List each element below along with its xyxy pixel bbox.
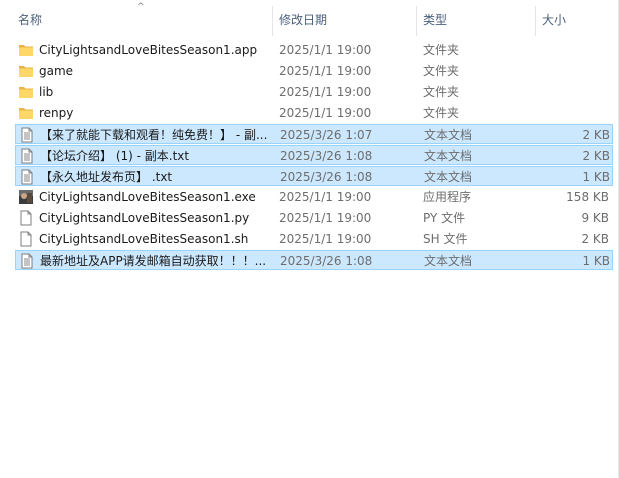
app-exe-icon [18, 189, 34, 205]
file-size: 158 KB [566, 190, 609, 204]
file-name: CityLightsandLoveBitesSeason1.py [39, 211, 250, 225]
file-modified-date: 2025/3/26 1:08 [280, 254, 373, 268]
text-document-icon [19, 127, 35, 143]
sort-ascending-icon: ^ [137, 2, 145, 12]
file-name: CityLightsandLoveBitesSeason1.app [39, 43, 258, 57]
file-row[interactable]: renpy 2025/1/1 19:00 文件夹 [15, 103, 613, 123]
file-size [535, 43, 609, 58]
text-document-icon [19, 169, 35, 185]
file-name: CityLightsandLoveBitesSeason1.sh [39, 232, 249, 246]
file-name: 最新地址及APP请发邮箱自动获取！！！... [40, 254, 267, 268]
folder-icon [18, 42, 34, 58]
column-header-date[interactable]: 修改日期 [279, 12, 327, 28]
column-header-name[interactable]: 名称 [18, 12, 42, 28]
file-size: 2 KB [582, 128, 610, 142]
vertical-scrollbar[interactable] [613, 0, 619, 478]
file-name: game [39, 64, 74, 78]
column-header-type[interactable]: 类型 [423, 12, 447, 28]
column-divider[interactable] [535, 6, 536, 36]
file-type: 文本文档 [424, 128, 473, 142]
file-row[interactable]: 【永久地址发布页】 .txt 2025/3/26 1:08 文本文档 1 KB [15, 166, 613, 186]
file-row[interactable]: lib 2025/1/1 19:00 文件夹 [15, 82, 613, 102]
file-size: 1 KB [582, 170, 610, 184]
file-row[interactable]: 【来了就能下载和观看！纯免费！】 - 副... 2025/3/26 1:07 文本文… [15, 124, 613, 144]
file-row[interactable]: CityLightsandLoveBitesSeason1.app 2025/1/… [15, 40, 613, 60]
text-document-icon [19, 253, 35, 269]
file-name: lib [39, 85, 54, 99]
file-row[interactable]: 【论坛介绍】 (1) - 副本.txt 2025/3/26 1:08 文本文档 2 K… [15, 145, 613, 165]
file-type: 文本文档 [424, 254, 473, 268]
file-type: 文本文档 [424, 149, 473, 163]
file-name: 【论坛介绍】 (1) - 副本.txt [40, 149, 190, 163]
file-size [535, 85, 609, 100]
column-header-size[interactable]: 大小 [542, 12, 566, 28]
file-size [535, 64, 609, 79]
folder-icon [18, 63, 34, 79]
file-modified-date: 2025/3/26 1:08 [280, 149, 373, 163]
file-row[interactable]: CityLightsandLoveBitesSeason1.py 2025/1/1… [15, 208, 613, 228]
file-type: 文件夹 [423, 43, 460, 57]
file-size: 2 KB [581, 232, 609, 246]
file-modified-date: 2025/1/1 19:00 [279, 64, 372, 78]
text-document-icon [19, 148, 35, 164]
file-modified-date: 2025/1/1 19:00 [279, 232, 372, 246]
file-size: 9 KB [581, 211, 609, 225]
file-modified-date: 2025/3/26 1:08 [280, 170, 373, 184]
file-size: 2 KB [582, 149, 610, 163]
folder-icon [18, 84, 34, 100]
file-row[interactable]: CityLightsandLoveBitesSeason1.exe 2025/1/… [15, 187, 613, 207]
blank-file-icon [18, 210, 34, 226]
file-row[interactable]: game 2025/1/1 19:00 文件夹 [15, 61, 613, 81]
file-size [535, 106, 609, 121]
file-type: 文件夹 [423, 64, 460, 78]
file-name: renpy [39, 106, 74, 120]
file-type: 文件夹 [423, 106, 460, 120]
file-type: 文本文档 [424, 170, 473, 184]
file-row[interactable]: CityLightsandLoveBitesSeason1.sh 2025/1/1… [15, 229, 613, 249]
file-name: 【来了就能下载和观看！纯免费！】 - 副... [40, 128, 268, 142]
file-modified-date: 2025/3/26 1:07 [280, 128, 373, 142]
file-modified-date: 2025/1/1 19:00 [279, 85, 372, 99]
column-header-bar: ^ 名称 修改日期 类型 大小 [0, 0, 619, 38]
folder-icon [18, 105, 34, 121]
blank-file-icon [18, 231, 34, 247]
file-modified-date: 2025/1/1 19:00 [279, 211, 372, 225]
file-type: SH 文件 [423, 232, 468, 246]
file-type: PY 文件 [423, 211, 466, 225]
file-name: 【永久地址发布页】 .txt [40, 170, 173, 184]
column-divider[interactable] [272, 6, 273, 36]
file-type: 应用程序 [423, 190, 472, 204]
file-size: 1 KB [582, 254, 610, 268]
file-modified-date: 2025/1/1 19:00 [279, 106, 372, 120]
column-divider[interactable] [416, 6, 417, 36]
file-row[interactable]: 最新地址及APP请发邮箱自动获取！！！... 2025/3/26 1:08 文本文档… [15, 250, 613, 270]
file-modified-date: 2025/1/1 19:00 [279, 43, 372, 57]
file-name: CityLightsandLoveBitesSeason1.exe [39, 190, 256, 204]
file-type: 文件夹 [423, 85, 460, 99]
file-modified-date: 2025/1/1 19:00 [279, 190, 372, 204]
